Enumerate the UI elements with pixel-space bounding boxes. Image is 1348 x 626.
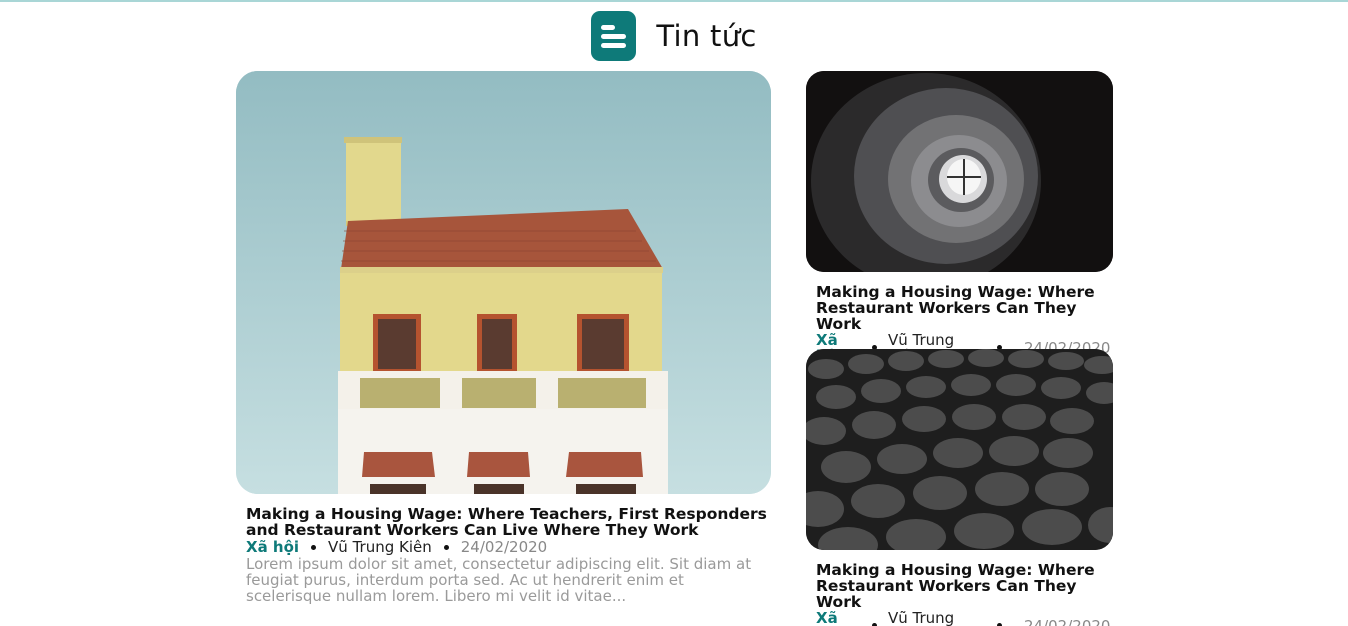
category-link[interactable]: Xã hội	[816, 610, 856, 626]
side-article-title[interactable]: Making a Housing Wage: Where Restaurant …	[816, 562, 1113, 610]
author-name: Vũ Trung Kiên	[888, 609, 955, 626]
side-article: Making a Housing Wage: Where Restaurant …	[816, 562, 1113, 626]
featured-article: Making a Housing Wage: Where Teachers, F…	[246, 506, 771, 604]
separator-dot	[443, 544, 449, 550]
side-article-title[interactable]: Making a Housing Wage: Where Restaurant …	[816, 284, 1113, 332]
publish-date: 24/02/2020	[1024, 617, 1111, 626]
publish-date: 24/02/2020	[460, 538, 548, 556]
menu-lines-icon[interactable]	[591, 11, 637, 61]
page-header: Tin tức	[0, 10, 1348, 62]
featured-article-image[interactable]	[236, 71, 771, 494]
featured-article-excerpt: Lorem ipsum dolor sit amet, consectetur …	[246, 555, 752, 605]
featured-article-meta: Xã hội Vũ Trung Kiên 24/02/2020	[246, 539, 771, 555]
top-border	[0, 0, 1348, 2]
author-name: Vũ Trung Kiên	[328, 538, 432, 556]
featured-article-title[interactable]: Making a Housing Wage: Where Teachers, F…	[246, 506, 771, 538]
separator-dot	[311, 544, 317, 550]
side-article-image[interactable]	[806, 349, 1113, 550]
side-article-meta: Xã hội Vũ Trung Kiên 24/02/2020	[816, 610, 1113, 626]
page-title: Tin tức	[656, 19, 757, 53]
side-article-image[interactable]	[806, 71, 1113, 272]
category-link[interactable]: Xã hội	[246, 539, 299, 555]
